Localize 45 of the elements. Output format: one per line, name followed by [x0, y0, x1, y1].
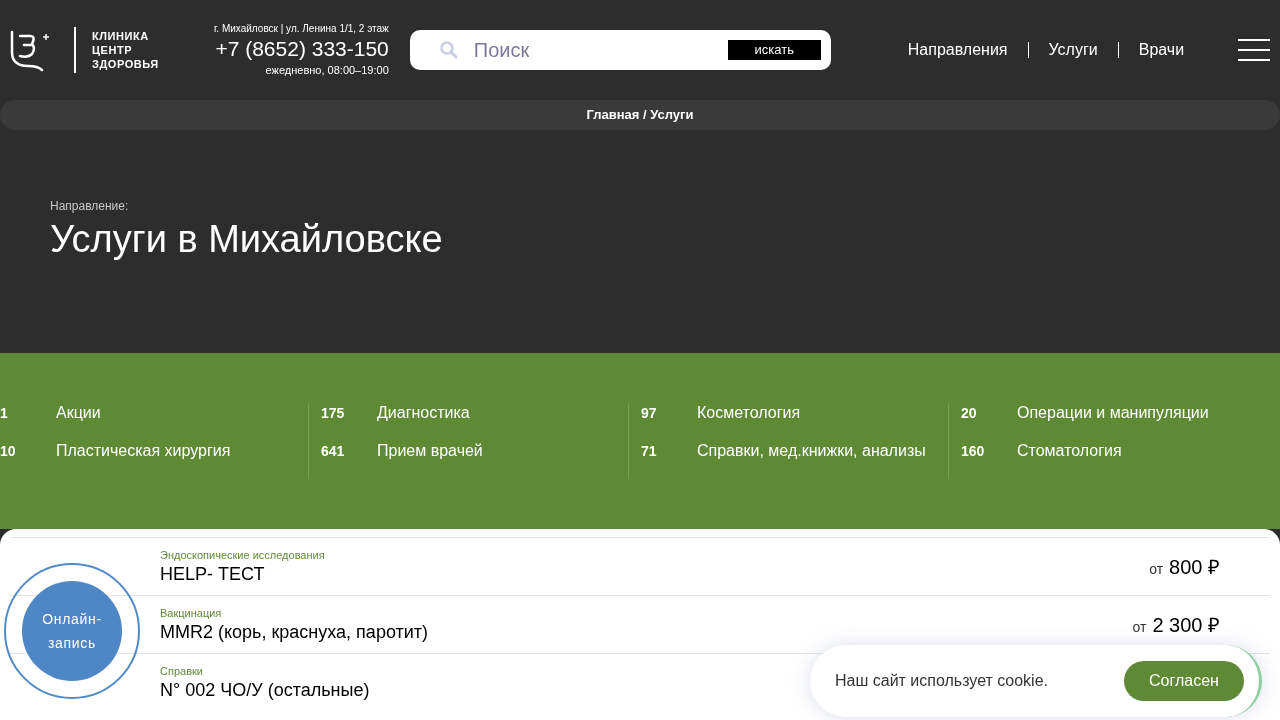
accept-button[interactable]: Согласен	[1124, 661, 1244, 701]
phone-number[interactable]: +7 (8652) 333-150	[215, 36, 389, 63]
logo-text: КЛИНИКА	[92, 29, 150, 43]
category-count: 175	[321, 404, 346, 423]
hero-eyebrow: Направление:	[50, 198, 130, 215]
category-count: 10	[0, 442, 17, 461]
nav-link[interactable]: Услуги	[1048, 38, 1098, 62]
service-category: Вакцинация	[160, 605, 222, 620]
search-field[interactable]: Поиск искать	[409, 30, 831, 70]
service-name[interactable]: HELP- ТЕСТ	[160, 561, 265, 586]
category-link[interactable]: Акции	[56, 403, 296, 423]
menu-icon[interactable]	[1238, 38, 1270, 62]
category-link[interactable]: Справки, мед.книжки, анализы	[697, 441, 937, 461]
category-count: 97	[641, 404, 658, 423]
search-icon	[439, 41, 458, 59]
category-count: 1	[0, 404, 9, 423]
price-prefix: от	[1149, 559, 1164, 579]
service-price: 2 300 ₽	[1152, 612, 1220, 638]
service-category: Эндоскопические исследования	[160, 547, 325, 562]
category-link[interactable]: Диагностика	[377, 403, 617, 423]
category-count: 71	[641, 442, 658, 461]
category-link[interactable]: Операции и манипуляции	[1017, 403, 1257, 423]
breadcrumb[interactable]: Главная / Услуги	[586, 105, 694, 125]
service-name[interactable]: N° 002 ЧО/У (остальные)	[160, 677, 370, 702]
category-link[interactable]: Пластическая хирургия	[56, 441, 296, 461]
category-link[interactable]: Косметология	[697, 403, 937, 423]
address-text: г. Михайловск | ул. Ленина 1/1, 2 этаж	[213, 22, 389, 37]
service-category: Справки	[160, 663, 203, 678]
cookie-text: Наш сайт использует cookie.	[835, 671, 1049, 691]
category-count: 160	[961, 442, 986, 461]
category-count: 20	[961, 404, 978, 423]
category-link[interactable]: Стоматология	[1017, 441, 1257, 461]
price-prefix: от	[1132, 617, 1147, 637]
nav-link[interactable]: Направления	[907, 38, 1008, 62]
service-name[interactable]: MMR2 (корь, краснуха, паротит)	[160, 619, 429, 644]
page-title: Услуги в Михайловске	[50, 217, 444, 262]
booking-button[interactable]: Онлайн-запись	[4, 563, 140, 699]
search-button[interactable]: искать	[727, 40, 821, 60]
nav-link[interactable]: Врачи	[1138, 38, 1185, 62]
logo-text: ЦЕНТР	[92, 43, 134, 57]
category-link[interactable]: Прием врачей	[377, 441, 617, 461]
service-price: 800 ₽	[1169, 554, 1220, 580]
category-count: 641	[321, 442, 346, 461]
hours-text: ежедневно, 08:00–19:00	[265, 63, 389, 79]
logo-text: ЗДОРОВЬЯ	[92, 57, 159, 71]
